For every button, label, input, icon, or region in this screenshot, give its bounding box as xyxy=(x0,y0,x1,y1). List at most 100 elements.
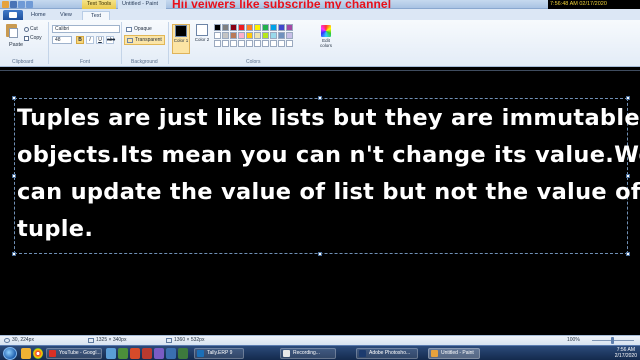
bold-button[interactable]: B xyxy=(76,36,84,44)
color-1-swatch xyxy=(175,25,187,37)
paint-icon xyxy=(431,350,438,357)
palette-swatch[interactable] xyxy=(230,40,237,47)
palette-swatch[interactable] xyxy=(222,32,229,39)
palette-swatch[interactable] xyxy=(238,24,245,31)
explorer-icon[interactable] xyxy=(21,348,31,359)
palette-swatch[interactable] xyxy=(246,32,253,39)
paint-menu-button[interactable] xyxy=(3,10,23,20)
acrobat-icon[interactable] xyxy=(142,348,152,359)
edit-colors-label: Edit colors xyxy=(319,38,332,48)
copy-button[interactable]: Copy xyxy=(24,35,42,41)
redo-icon[interactable] xyxy=(26,1,33,8)
strikethrough-button[interactable]: abc xyxy=(106,36,115,44)
color-palette xyxy=(214,24,293,47)
cut-button[interactable]: Cut xyxy=(24,26,38,32)
palette-swatch[interactable] xyxy=(286,24,293,31)
palette-swatch[interactable] xyxy=(262,40,269,47)
task-photoshop[interactable]: Adobe Photosho... xyxy=(356,348,418,359)
selection-size: 1325 × 340px xyxy=(88,336,126,345)
palette-swatch[interactable] xyxy=(278,32,285,39)
palette-swatch[interactable] xyxy=(262,32,269,39)
palette-swatch[interactable] xyxy=(254,24,261,31)
task-label: Recording... xyxy=(293,350,320,356)
undo-icon[interactable] xyxy=(18,1,25,8)
resize-handle[interactable] xyxy=(626,252,630,256)
word-icon[interactable] xyxy=(166,348,176,359)
canvas-size: 1360 × 532px xyxy=(166,336,204,345)
cursor-position-text: 30, 224px xyxy=(12,337,34,343)
task-paint[interactable]: Untitled - Paint xyxy=(428,348,480,359)
palette-swatch[interactable] xyxy=(214,32,221,39)
transparent-option[interactable]: Transparent xyxy=(124,35,165,45)
opaque-option[interactable]: Opaque xyxy=(124,25,154,33)
palette-swatch[interactable] xyxy=(254,40,261,47)
palette-swatch[interactable] xyxy=(278,40,285,47)
font-group-label: Font xyxy=(80,59,91,65)
palette-swatch[interactable] xyxy=(222,40,229,47)
zoom-slider-thumb[interactable] xyxy=(611,337,614,344)
cursor-position: 30, 224px xyxy=(4,336,34,345)
ribbon-tab-row: Home View Text xyxy=(0,9,640,20)
task-recording[interactable]: Recording... xyxy=(280,348,336,359)
transparent-icon xyxy=(127,37,133,43)
app-icon[interactable] xyxy=(154,348,164,359)
powerpoint-icon[interactable] xyxy=(130,348,140,359)
task-youtube-chrome[interactable]: YouTube - Googl... xyxy=(46,348,102,359)
transparent-label: Transparent xyxy=(135,37,162,43)
palette-swatch[interactable] xyxy=(230,32,237,39)
group-divider xyxy=(168,22,169,64)
palette-swatch[interactable] xyxy=(230,24,237,31)
paste-button[interactable]: Paste xyxy=(4,24,23,48)
save-icon[interactable] xyxy=(10,1,17,8)
taskbar: YouTube - Googl... Tally.ERP 9 Recording… xyxy=(0,345,640,360)
palette-swatch[interactable] xyxy=(246,24,253,31)
font-size-select[interactable]: 48 xyxy=(52,36,72,44)
palette-swatch[interactable] xyxy=(270,32,277,39)
underline-button[interactable]: U xyxy=(96,36,104,44)
canvas-size-text: 1360 × 532px xyxy=(174,337,205,343)
palette-swatch[interactable] xyxy=(278,24,285,31)
selection-size-text: 1325 × 340px xyxy=(96,337,127,343)
media-icon[interactable] xyxy=(106,348,116,359)
palette-swatch[interactable] xyxy=(286,40,293,47)
palette-swatch[interactable] xyxy=(270,40,277,47)
canvas-text-content[interactable]: Tuples are just like lists but they are … xyxy=(17,100,640,248)
resize-handle[interactable] xyxy=(318,252,322,256)
font-family-select[interactable]: Calibri xyxy=(52,25,120,33)
paint-app-icon[interactable] xyxy=(2,1,9,8)
resize-handle[interactable] xyxy=(12,252,16,256)
color-1-button[interactable]: Color 1 xyxy=(172,24,190,54)
excel-icon[interactable] xyxy=(118,348,128,359)
task-label: YouTube - Googl... xyxy=(59,350,101,356)
palette-swatch[interactable] xyxy=(222,24,229,31)
resize-handle[interactable] xyxy=(12,174,16,178)
palette-swatch[interactable] xyxy=(254,32,261,39)
palette-swatch[interactable] xyxy=(286,32,293,39)
scissors-icon xyxy=(24,26,29,32)
start-button[interactable] xyxy=(3,347,17,360)
palette-swatch[interactable] xyxy=(214,40,221,47)
app-icon[interactable] xyxy=(178,348,188,359)
palette-swatch[interactable] xyxy=(246,40,253,47)
task-label: Tally.ERP 9 xyxy=(207,350,233,356)
palette-swatch[interactable] xyxy=(270,24,277,31)
system-clock[interactable]: 7:56 AM 2/17/2020 xyxy=(615,347,637,359)
edit-colors-button[interactable]: Edit colors xyxy=(318,25,334,48)
copy-label: Copy xyxy=(30,35,42,41)
selection-icon xyxy=(88,338,94,343)
palette-swatch[interactable] xyxy=(214,24,221,31)
tab-text[interactable]: Text xyxy=(82,11,110,20)
italic-button[interactable]: I xyxy=(86,36,94,44)
color-2-button[interactable]: Color 2 xyxy=(193,24,211,54)
opaque-label: Opaque xyxy=(134,26,152,32)
tab-home[interactable]: Home xyxy=(28,11,49,20)
clipboard-group-label: Clipboard xyxy=(12,59,34,65)
palette-swatch[interactable] xyxy=(262,24,269,31)
color-1-label: Color 1 xyxy=(173,38,189,43)
palette-swatch[interactable] xyxy=(238,32,245,39)
chrome-icon[interactable] xyxy=(33,348,43,359)
palette-swatch[interactable] xyxy=(238,40,245,47)
tab-view[interactable]: View xyxy=(57,11,75,20)
resize-handle[interactable] xyxy=(12,96,16,100)
task-tally-erp[interactable]: Tally.ERP 9 xyxy=(194,348,244,359)
